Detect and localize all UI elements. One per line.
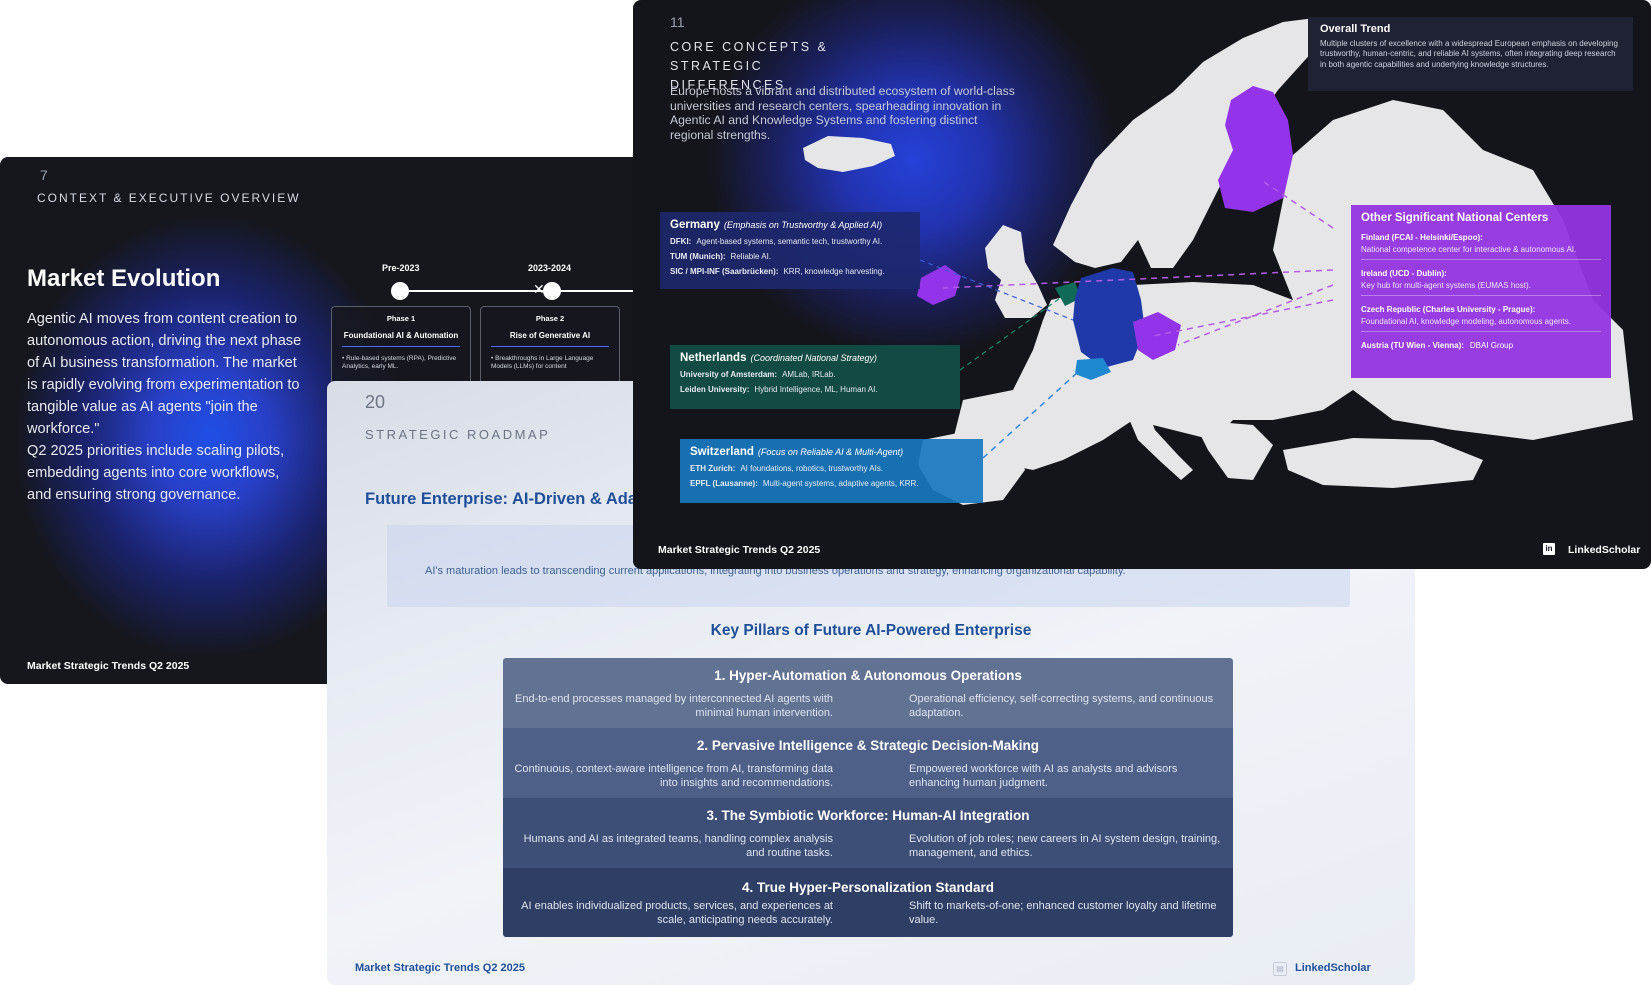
pillar-description: Humans and AI as integrated teams, handl… xyxy=(523,833,833,859)
callout-country: Germany xyxy=(670,219,720,231)
pillars-title: Key Pillars of Future AI-Powered Enterpr… xyxy=(710,622,1032,639)
callout-note: (Coordinated National Strategy) xyxy=(750,353,878,363)
institution-desc: Agent-based systems, semantic tech, trus… xyxy=(696,237,883,246)
center-desc: DBAI Group xyxy=(1469,341,1514,350)
institution-desc: Reliable AI. xyxy=(730,252,772,261)
netherlands-callout: Netherlands (Coordinated National Strateg… xyxy=(670,345,960,409)
phase-name: Foundational AI & Automation xyxy=(342,331,460,347)
pillar-impact: Operational efficiency, self-correcting … xyxy=(909,693,1214,719)
slide-footer: Market Strategic Trends Q2 2025 xyxy=(658,544,821,556)
pillar-card: 3. The Symbiotic Workforce: Human-AI Int… xyxy=(503,798,1233,868)
institution-name: EPFL (Lausanne): xyxy=(690,479,758,488)
center-desc: National competence center for interacti… xyxy=(1361,245,1601,260)
institution-name: ETH Zurich: xyxy=(690,464,736,473)
map-balkans xyxy=(1193,420,1273,480)
pillar-impact: Empowered workforce with AI as analysts … xyxy=(909,763,1178,789)
pillar-title: 3. The Symbiotic Workforce: Human-AI Int… xyxy=(706,808,1030,823)
institution-name: Leiden University: xyxy=(680,385,750,394)
callout-title: Other Significant National Centers xyxy=(1361,212,1549,224)
institution-desc: AI foundations, robotics, trustworthy AI… xyxy=(740,464,884,473)
slide-kicker: STRATEGIC ROADMAP xyxy=(365,427,551,442)
pillar-title: 2. Pervasive Intelligence & Strategic De… xyxy=(696,738,1040,753)
phase-text: • Breakthroughs in Large Language Models… xyxy=(491,355,594,370)
slide-number: 20 xyxy=(365,392,386,412)
pillar-description: AI enables individualized products, serv… xyxy=(521,900,833,926)
institution-name: TUM (Munich): xyxy=(670,252,726,261)
timeline-dot xyxy=(543,282,561,300)
phase-name: Rise of Generative AI xyxy=(491,331,609,347)
pillar-impact: Shift to markets-of-one; enhanced custom… xyxy=(909,900,1217,926)
slide-headline: Future Enterprise: AI-Driven & Ada xyxy=(365,490,637,508)
institution-desc: Multi-agent systems, adaptive agents, KR… xyxy=(762,479,919,488)
callout-note: (Emphasis on Trustworthy & Applied AI) xyxy=(723,220,883,230)
brand-name: LinkedScholar xyxy=(1295,962,1371,974)
institution-desc: KRR, knowledge harvesting. xyxy=(783,267,885,276)
institution-name: DFKI: xyxy=(670,237,692,246)
timeline-dot xyxy=(391,282,409,300)
pillar-card: 1. Hyper-Automation & Autonomous Operati… xyxy=(503,658,1233,728)
timeline-label-pre-2023: Pre-2023 xyxy=(382,263,420,273)
phase-text: • Rule-based systems (RPA), Predictive A… xyxy=(342,355,457,370)
center-desc: Key hub for multi-agent systems (EUMAS h… xyxy=(1361,281,1601,296)
other-centers-callout: Other Significant National Centers Finla… xyxy=(1351,205,1611,378)
slide-title: Market Evolution xyxy=(27,265,221,292)
center-desc: Foundational AI, knowledge modeling, aut… xyxy=(1361,317,1601,332)
trend-text: Multiple clusters of excellence with a w… xyxy=(1320,39,1618,69)
institution-desc: AMLab, IRLab. xyxy=(782,370,836,379)
center-name: Austria (TU Wien - Vienna): xyxy=(1361,341,1464,350)
germany-callout: Germany (Emphasis on Trustworthy & Applie… xyxy=(660,212,920,289)
timeline-label-2023-2024: 2023-2024 xyxy=(528,263,572,273)
institution-desc: Hybrid Intelligence, ML, Human AI. xyxy=(754,385,878,394)
linkedin-icon: in xyxy=(1543,543,1555,555)
slide-core-concepts[interactable]: 11 CORE CONCEPTS & STRATEGIC DIFFERENCES… xyxy=(633,0,1651,569)
slides-collage: 7 CONTEXT & EXECUTIVE OVERVIEW Market Ev… xyxy=(0,0,1651,985)
slide-number: 7 xyxy=(40,167,48,183)
pillar-impact: Evolution of job roles; new careers in A… xyxy=(909,833,1221,859)
map-ireland xyxy=(917,265,961,305)
slide-footer: Market Strategic Trends Q2 2025 xyxy=(27,660,190,672)
callout-country: Switzerland xyxy=(690,446,754,458)
center-name: Ireland (UCD - Dublin): xyxy=(1361,269,1447,278)
center-name: Finland (FCAI - Helsinki/Espoo): xyxy=(1361,233,1483,242)
center-name: Czech Republic (Charles University - Pra… xyxy=(1361,305,1536,314)
phase-number: Phase 1 xyxy=(386,314,416,323)
map-germany xyxy=(1073,268,1145,368)
phase-number: Phase 2 xyxy=(535,314,565,323)
institution-name: SIC / MPI-INF (Saarbrücken): xyxy=(670,267,779,276)
brand-name: LinkedScholar xyxy=(1568,544,1641,556)
pillar-title: 4. True Hyper-Personalization Standard xyxy=(741,880,995,895)
trend-title: Overall Trend xyxy=(1320,23,1391,35)
logo-icon: ▤ xyxy=(1273,962,1287,976)
slide-number: 11 xyxy=(670,14,685,30)
slide-body-text: Agentic AI moves from content creation t… xyxy=(27,311,302,503)
callout-note: (Focus on Reliable AI & Multi-Agent) xyxy=(757,447,904,457)
map-turkey xyxy=(1283,438,1483,488)
pillar-description: Continuous, context-aware intelligence f… xyxy=(514,763,833,789)
callout-country: Netherlands xyxy=(680,352,747,364)
pillar-description: End-to-end processes managed by intercon… xyxy=(515,693,833,719)
slide-kicker: CONTEXT & EXECUTIVE OVERVIEW xyxy=(37,191,301,205)
slide-footer: Market Strategic Trends Q2 2025 xyxy=(355,962,525,974)
pillar-card: 2. Pervasive Intelligence & Strategic De… xyxy=(503,728,1233,798)
pillar-card: 4. True Hyper-Personalization Standard A… xyxy=(503,868,1233,937)
switzerland-callout: Switzerland (Focus on Reliable AI & Multi… xyxy=(680,439,983,503)
map-great-britain xyxy=(985,225,1047,318)
pillar-title: 1. Hyper-Automation & Autonomous Operati… xyxy=(714,668,1022,683)
overall-trend-box: Overall Trend Multiple clusters of excel… xyxy=(1308,17,1633,91)
slide-intro-text: Europe hosts a vibrant and distributed e… xyxy=(670,84,1015,142)
institution-name: University of Amsterdam: xyxy=(680,370,778,379)
